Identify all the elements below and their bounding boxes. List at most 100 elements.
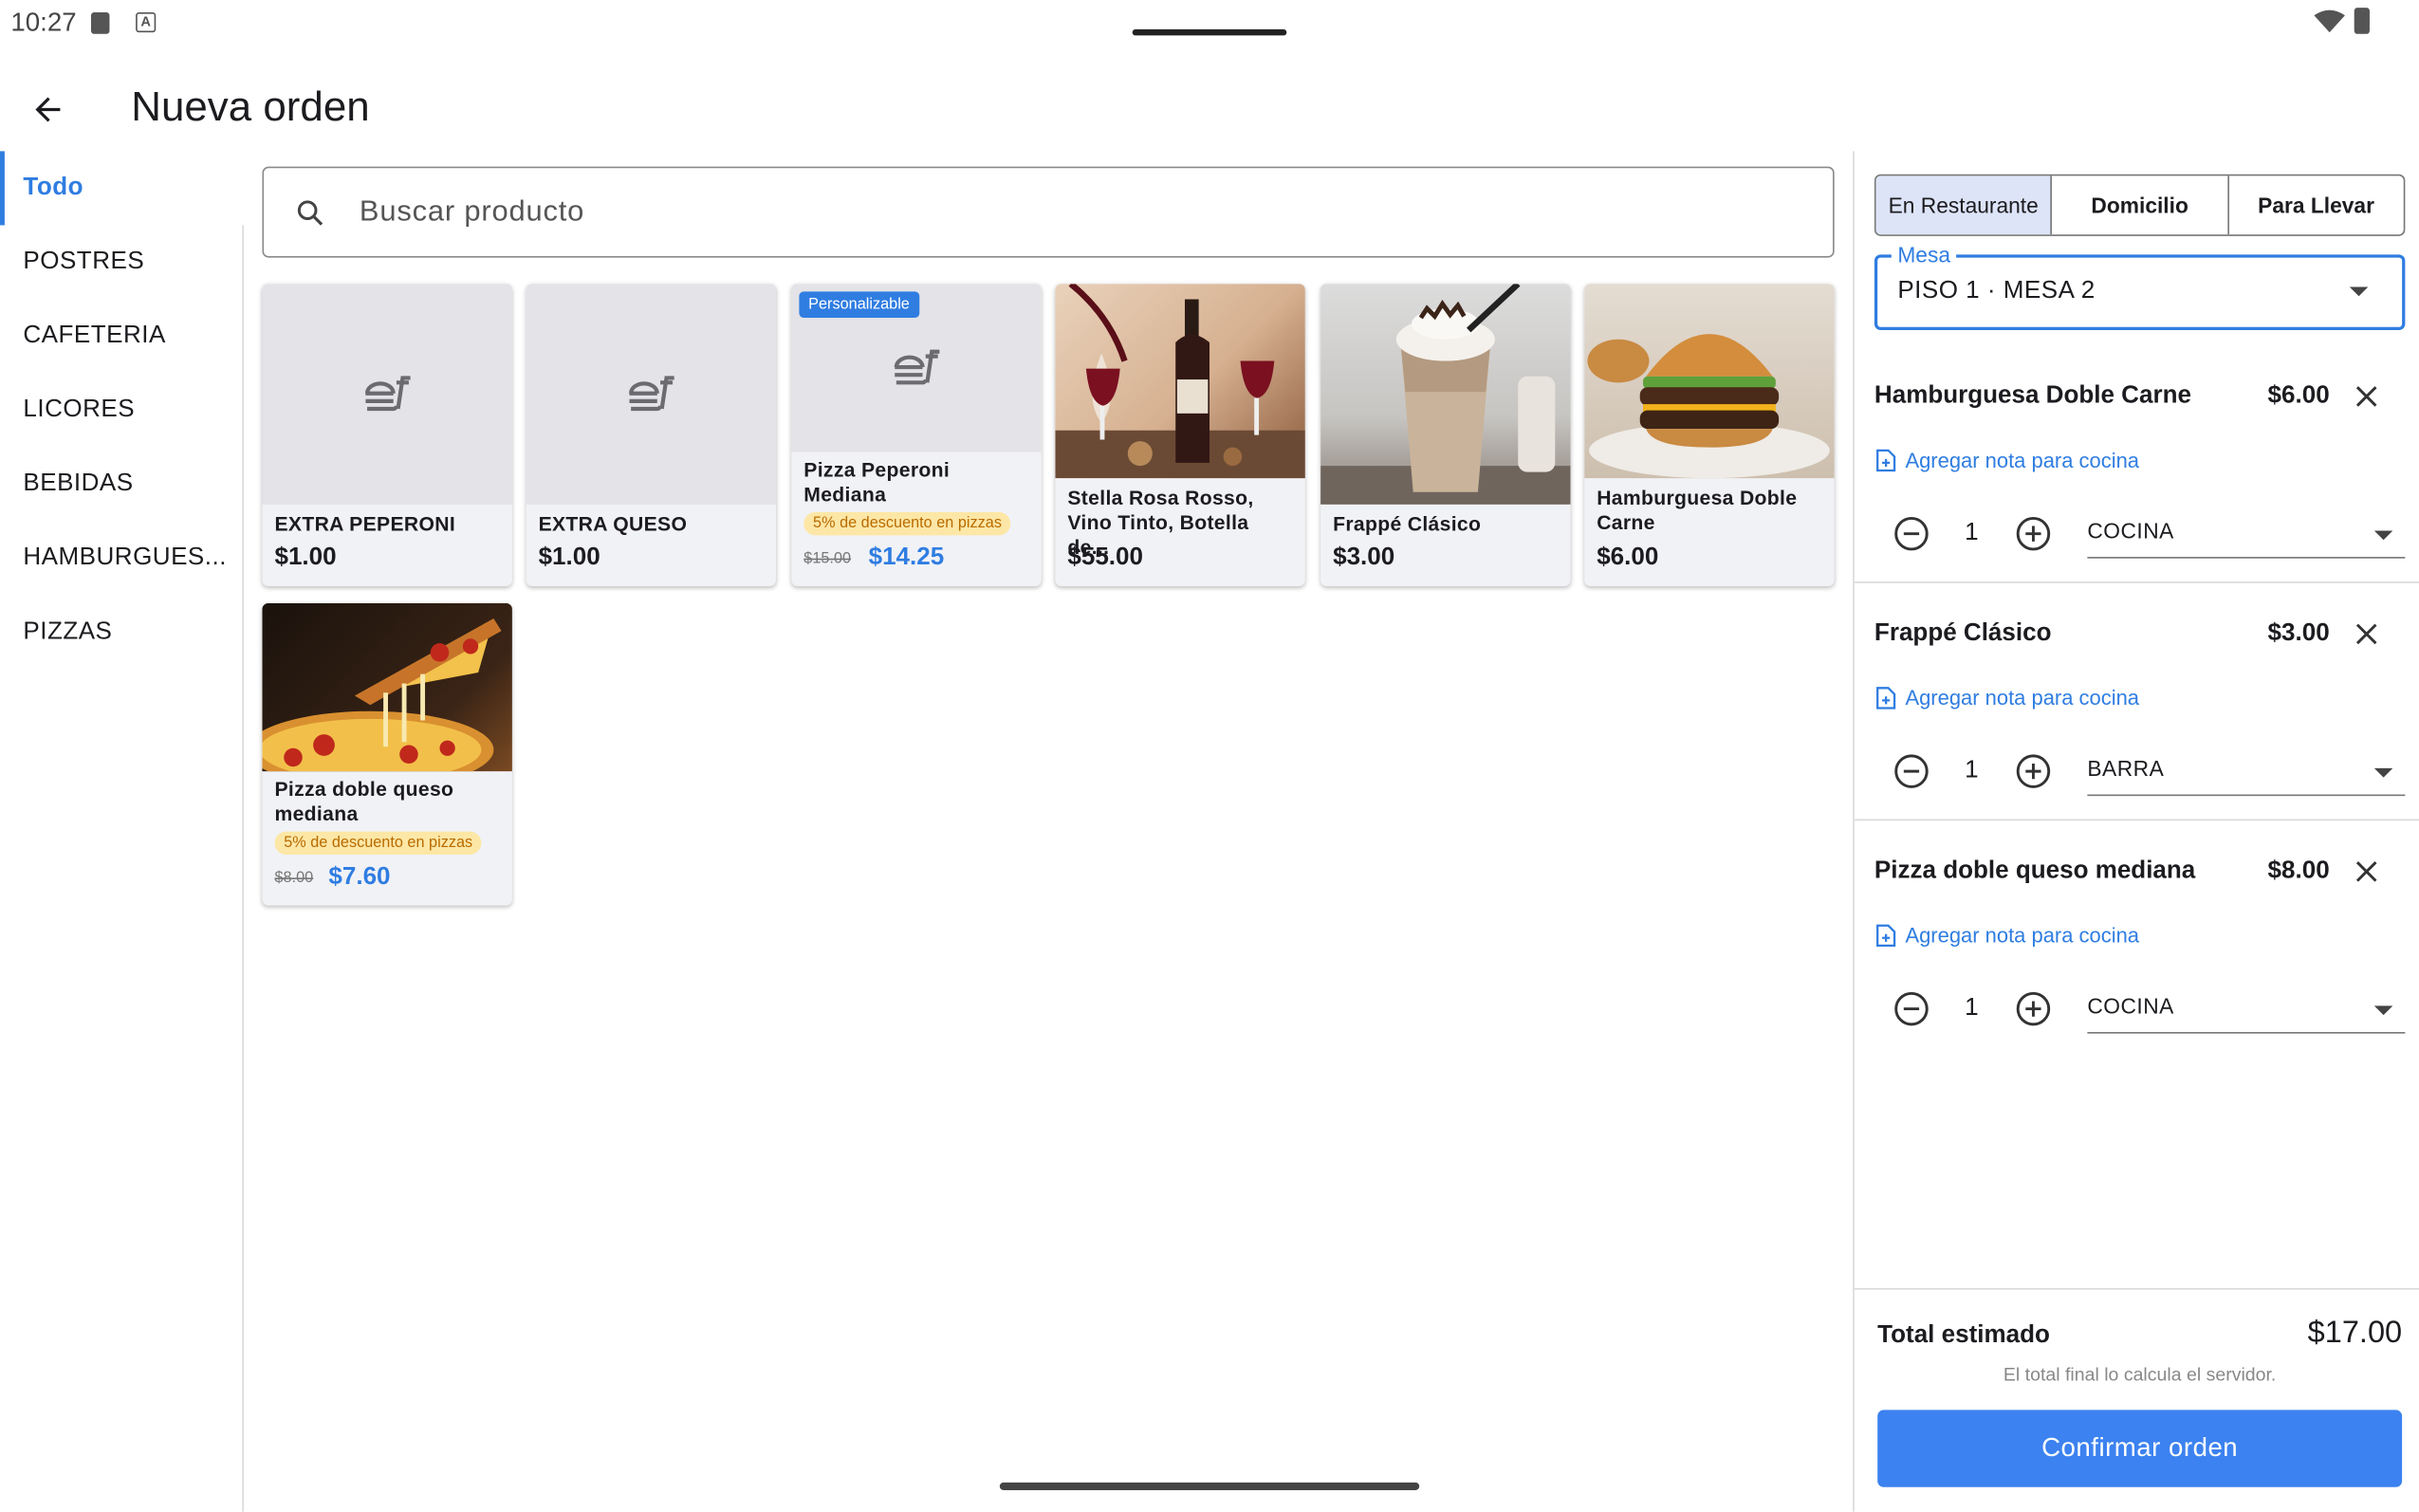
station-select[interactable]: COCINA: [2087, 987, 2406, 1034]
status-time: 10:27: [10, 8, 77, 38]
product-price: $1.00: [538, 544, 600, 571]
product-price: $14.25: [868, 544, 945, 571]
order-item-name: Hamburguesa Doble Carne: [1874, 382, 2191, 409]
order-type-domicilio[interactable]: Domicilio: [2052, 175, 2229, 235]
category-item-hamburguesas[interactable]: HAMBURGUES...: [0, 522, 244, 596]
product-name: Frappé Clásico: [1333, 511, 1482, 536]
keyboard-a-icon: A: [136, 12, 157, 33]
page-title: Nueva orden: [131, 83, 370, 130]
total-label: Total estimado: [1877, 1321, 2050, 1349]
product-name: EXTRA QUESO: [538, 511, 688, 536]
add-kitchen-note-label: Agregar nota para cocina: [1905, 449, 2140, 472]
product-card[interactable]: Frappé Clásico $3.00: [1320, 284, 1571, 586]
item-quantity: 1: [1965, 994, 1979, 1022]
remove-item-button[interactable]: [2351, 381, 2382, 413]
order-type-para-llevar[interactable]: Para Llevar: [2228, 175, 2403, 234]
product-card[interactable]: Stella Rosa Rosso, Vino Tinto, Botella d…: [1055, 284, 1305, 586]
station-value: COCINA: [2087, 993, 2174, 1019]
order-panel: [1853, 151, 2419, 1512]
product-name: Pizza Peperoni Mediana: [803, 458, 951, 507]
back-button[interactable]: [22, 83, 74, 136]
add-kitchen-note-link[interactable]: Agregar nota para cocina: [1876, 449, 2140, 472]
add-kitchen-note-label: Agregar nota para cocina: [1905, 686, 2140, 710]
category-item-todo[interactable]: Todo: [0, 151, 244, 226]
product-price: $55.00: [1067, 544, 1143, 571]
item-quantity: 1: [1965, 520, 1979, 546]
wifi-icon: [2314, 9, 2345, 42]
product-card[interactable]: Hamburguesa Doble Carne $6.00: [1584, 284, 1835, 586]
increase-qty-button[interactable]: [2015, 515, 2052, 552]
product-image: [262, 284, 512, 505]
category-sidebar: Todo POSTRES CAFETERIA LICORES BEBIDAS H…: [0, 151, 244, 1512]
increase-qty-button[interactable]: [2015, 990, 2052, 1027]
category-item-pizzas[interactable]: PIZZAS: [0, 596, 244, 670]
sd-card-icon: [90, 12, 110, 34]
order-item-price: $3.00: [2267, 619, 2330, 647]
wine-photo: [1055, 284, 1305, 479]
note-add-icon: [1876, 924, 1896, 948]
add-kitchen-note-link[interactable]: Agregar nota para cocina: [1876, 687, 2139, 710]
arrow-back-icon: [35, 97, 61, 122]
order-item-price: $8.00: [2267, 857, 2330, 884]
category-item-bebidas[interactable]: BEBIDAS: [0, 448, 244, 522]
confirm-order-button[interactable]: Confirmar orden: [1877, 1410, 2403, 1487]
item-divider: [1854, 819, 2419, 821]
product-card[interactable]: Personalizable Pizza Peperoni Mediana 5%…: [791, 284, 1042, 586]
close-icon: [2355, 861, 2377, 882]
item-divider: [1854, 581, 2419, 583]
minus-circle-icon: [1894, 516, 1929, 551]
add-kitchen-note-link[interactable]: Agregar nota para cocina: [1876, 924, 2140, 948]
note-add-icon: [1876, 449, 1896, 472]
decrease-qty-button[interactable]: [1893, 753, 1930, 790]
station-select[interactable]: COCINA: [2087, 512, 2406, 559]
order-item-name: Pizza doble queso mediana: [1874, 857, 2196, 884]
frappe-photo: [1320, 284, 1571, 505]
product-name: Hamburguesa Doble Carne: [1597, 486, 1798, 534]
order-item-price: $6.00: [2267, 382, 2330, 409]
top-handle: [1132, 28, 1287, 36]
search-bar[interactable]: [262, 166, 1835, 258]
dropdown-arrow-icon: [2373, 530, 2393, 541]
product-price: $1.00: [274, 544, 337, 571]
dropdown-arrow-icon: [2373, 767, 2393, 778]
decrease-qty-button[interactable]: [1893, 515, 1930, 552]
order-item-name: Frappé Clásico: [1874, 619, 2052, 647]
search-icon: [297, 199, 323, 225]
product-card[interactable]: Pizza doble queso mediana 5% de descuent…: [262, 602, 512, 906]
remove-item-button[interactable]: [2351, 857, 2382, 888]
total-value: $17.00: [2307, 1316, 2403, 1350]
close-icon: [2355, 623, 2377, 645]
remove-item-button[interactable]: [2351, 618, 2382, 650]
add-kitchen-note-label: Agregar nota para cocina: [1905, 924, 2140, 948]
note-add-icon: [1876, 687, 1896, 710]
old-price: $15.00: [803, 550, 852, 568]
product-price: $6.00: [1597, 544, 1659, 571]
order-type-en-restaurante[interactable]: En Restaurante: [1875, 175, 2053, 235]
station-value: BARRA: [2087, 755, 2165, 781]
product-name: EXTRA PEPERONI: [274, 511, 456, 536]
dropdown-arrow-icon: [2373, 1005, 2393, 1016]
total-note: El total final lo calcula el servidor.: [2003, 1363, 2277, 1386]
customizable-badge: Personalizable: [799, 291, 919, 319]
plus-circle-icon: [2016, 754, 2051, 788]
category-item-licores[interactable]: LICORES: [0, 374, 244, 448]
station-select[interactable]: BARRA: [2087, 749, 2406, 797]
minus-circle-icon: [1894, 754, 1929, 788]
plus-circle-icon: [2016, 516, 2051, 551]
category-item-cafeteria[interactable]: CAFETERIA: [0, 299, 244, 373]
minus-circle-icon: [1894, 991, 1929, 1026]
old-price: $8.00: [274, 870, 314, 888]
category-item-postres[interactable]: POSTRES: [0, 225, 244, 299]
product-card[interactable]: EXTRA QUESO $1.00: [526, 284, 777, 586]
increase-qty-button[interactable]: [2015, 753, 2052, 790]
battery-icon: [2354, 8, 2370, 34]
order-type-toggle: En Restaurante Domicilio Para Llevar: [1874, 174, 2406, 236]
product-price: $3.00: [1333, 544, 1395, 571]
decrease-qty-button[interactable]: [1893, 990, 1930, 1027]
search-input[interactable]: [359, 194, 1748, 230]
close-icon: [2355, 386, 2377, 407]
burger-photo: [1584, 284, 1835, 479]
pizza-photo: [262, 602, 512, 772]
product-image: [526, 284, 777, 505]
product-card[interactable]: EXTRA PEPERONI $1.00: [262, 284, 512, 586]
